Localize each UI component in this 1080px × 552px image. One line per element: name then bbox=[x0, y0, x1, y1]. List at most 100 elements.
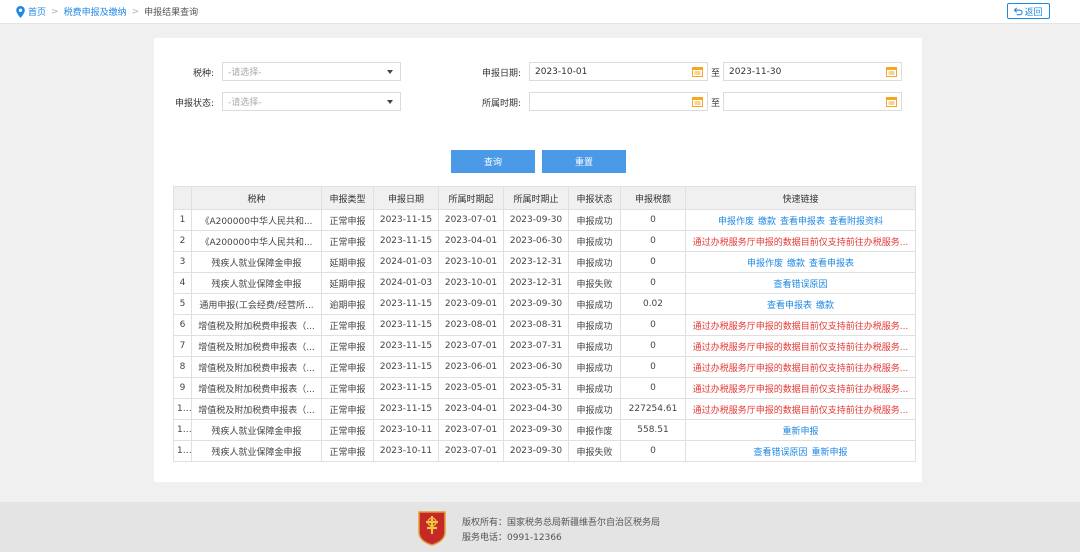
hall-filing-notice: 通过办税服务厅申报的数据目前仅支持前往办税服务... bbox=[692, 342, 909, 353]
cell-tax-type: 残疾人就业保障金申报 bbox=[191, 419, 322, 441]
breadcrumb-current: 申报结果查询 bbox=[144, 8, 199, 18]
quick-link[interactable]: 缴款 bbox=[787, 259, 805, 269]
cell-status: 申报成功 bbox=[568, 377, 621, 399]
quick-link[interactable]: 查看错误原因 bbox=[753, 448, 807, 458]
cell-quick-links: 查看错误原因 重新申报 bbox=[685, 440, 916, 462]
results-table-body: 1 《A200000中华人民共和... 正常申报 2023-11-15 2023-07-… bbox=[173, 209, 916, 462]
cell-tax-type: 增值税及附加税费申报表（... bbox=[191, 377, 322, 399]
cell-filing-type: 正常申报 bbox=[321, 314, 374, 336]
quick-link[interactable]: 缴款 bbox=[758, 217, 776, 227]
quick-link[interactable]: 申报作废 bbox=[747, 259, 783, 269]
cell-status: 申报成功 bbox=[568, 356, 621, 378]
cell-quick-links: 通过办税服务厅申报的数据目前仅支持前往办税服务... bbox=[685, 356, 916, 378]
chevron-down-icon bbox=[387, 100, 393, 104]
column-header-filing-date: 申报日期 bbox=[373, 186, 439, 210]
tax-type-select[interactable]: -请选择- bbox=[222, 62, 401, 81]
hall-filing-notice: 通过办税服务厅申报的数据目前仅支持前往办税服务... bbox=[692, 321, 909, 332]
calendar-icon[interactable] bbox=[886, 96, 897, 107]
cell-tax-type: 《A200000中华人民共和... bbox=[191, 230, 322, 252]
column-header-index bbox=[173, 186, 192, 210]
period-from-input[interactable] bbox=[529, 92, 708, 111]
quick-link[interactable]: 查看申报表 bbox=[780, 217, 825, 227]
quick-link[interactable]: 重新申报 bbox=[812, 448, 848, 458]
breadcrumb-home-link[interactable]: 首页 bbox=[28, 5, 46, 18]
breadcrumb-tax-filing-link[interactable]: 税费申报及缴纳 bbox=[64, 5, 127, 18]
cell-period-start: 2023-06-01 bbox=[438, 356, 504, 378]
column-header-amount: 申报税额 bbox=[620, 186, 686, 210]
cell-period-start: 2023-10-01 bbox=[438, 251, 504, 273]
cell-filing-date: 2023-11-15 bbox=[373, 356, 439, 378]
cell-amount: 227254.61 bbox=[620, 398, 686, 420]
reset-button[interactable]: 重置 bbox=[542, 150, 626, 173]
cell-status: 申报成功 bbox=[568, 230, 621, 252]
footer: 版权所有：国家税务总局新疆维吾尔自治区税务局 服务电话：0991-12366 bbox=[0, 502, 1080, 552]
cell-filing-date: 2024-01-03 bbox=[373, 272, 439, 294]
cell-period-start: 2023-04-01 bbox=[438, 398, 504, 420]
cell-status: 申报成功 bbox=[568, 209, 621, 231]
quick-link[interactable]: 查看申报表 bbox=[767, 301, 812, 311]
calendar-icon[interactable] bbox=[692, 96, 703, 107]
cell-filing-type: 正常申报 bbox=[321, 230, 374, 252]
table-header-row: 税种 申报类型 申报日期 所属时期起 所属时期止 申报状态 申报税额 快速链接 bbox=[173, 186, 916, 210]
row-index: 3 bbox=[173, 251, 192, 273]
cell-tax-type: 增值税及附加税费申报表（... bbox=[191, 398, 322, 420]
quick-link[interactable]: 申报作废 bbox=[718, 217, 754, 227]
cell-tax-type: 增值税及附加税费申报表（... bbox=[191, 335, 322, 357]
cell-status: 申报失败 bbox=[568, 440, 621, 462]
cell-status: 申报成功 bbox=[568, 398, 621, 420]
back-arrow-icon bbox=[1014, 7, 1024, 15]
cell-quick-links: 重新申报 bbox=[685, 419, 916, 441]
cell-quick-links: 通过办税服务厅申报的数据目前仅支持前往办税服务... bbox=[685, 335, 916, 357]
cell-period-end: 2023-09-30 bbox=[503, 209, 569, 231]
date-to-value: 2023-11-30 bbox=[729, 66, 782, 77]
column-header-filing-type: 申报类型 bbox=[321, 186, 374, 210]
cell-amount: 0 bbox=[620, 440, 686, 462]
table-row: 5 通用申报(工会经费/经营所... 逾期申报 2023-11-15 2023-09-0… bbox=[173, 293, 916, 315]
cell-period-end: 2023-12-31 bbox=[503, 251, 569, 273]
back-button[interactable]: 返回 bbox=[1007, 3, 1050, 19]
cell-amount: 0 bbox=[620, 314, 686, 336]
breadcrumb: 首页 > 税费申报及缴纳 > 申报结果查询 bbox=[16, 5, 198, 18]
table-row: 4 残疾人就业保障金申报 延期申报 2024-01-03 2023-10-01 2023-… bbox=[173, 272, 916, 294]
cell-quick-links: 申报作废 缴款 查看申报表 bbox=[685, 251, 916, 273]
footer-phone: 服务电话：0991-12366 bbox=[462, 533, 562, 543]
quick-link[interactable]: 重新申报 bbox=[782, 427, 818, 437]
quick-link[interactable]: 缴款 bbox=[816, 301, 834, 311]
query-button[interactable]: 查询 bbox=[451, 150, 535, 173]
cell-period-start: 2023-10-01 bbox=[438, 272, 504, 294]
cell-status: 申报失败 bbox=[568, 272, 621, 294]
cell-filing-date: 2023-11-15 bbox=[373, 293, 439, 315]
cell-amount: 558.51 bbox=[620, 419, 686, 441]
quick-link[interactable]: 查看错误原因 bbox=[773, 280, 827, 290]
date-to-input[interactable]: 2023-11-30 bbox=[723, 62, 902, 81]
row-index: 6 bbox=[173, 314, 192, 336]
table-row: 9 增值税及附加税费申报表（... 正常申报 2023-11-15 2023-05-01… bbox=[173, 377, 916, 399]
cell-tax-type: 残疾人就业保障金申报 bbox=[191, 272, 322, 294]
row-index: 11 bbox=[173, 419, 192, 441]
column-header-tax-type: 税种 bbox=[191, 186, 322, 210]
date-from-input[interactable]: 2023-10-01 bbox=[529, 62, 708, 81]
cell-quick-links: 查看申报表 缴款 bbox=[685, 293, 916, 315]
top-bar: 首页 > 税费申报及缴纳 > 申报结果查询 返回 bbox=[0, 0, 1080, 24]
table-row: 2 《A200000中华人民共和... 正常申报 2023-11-15 2023-04-… bbox=[173, 230, 916, 252]
cell-filing-type: 正常申报 bbox=[321, 209, 374, 231]
period-to-input[interactable] bbox=[723, 92, 902, 111]
breadcrumb-separator: > bbox=[131, 6, 140, 17]
calendar-icon[interactable] bbox=[692, 66, 703, 77]
cell-period-start: 2023-09-01 bbox=[438, 293, 504, 315]
calendar-icon[interactable] bbox=[886, 66, 897, 77]
cell-filing-date: 2023-10-11 bbox=[373, 419, 439, 441]
date-label: 申报日期: bbox=[481, 69, 521, 79]
table-row: 3 残疾人就业保障金申报 延期申报 2024-01-03 2023-10-01 2023-… bbox=[173, 251, 916, 273]
cell-filing-date: 2023-11-15 bbox=[373, 335, 439, 357]
cell-filing-date: 2023-11-15 bbox=[373, 377, 439, 399]
results-table: 税种 申报类型 申报日期 所属时期起 所属时期止 申报状态 申报税额 快速链接 … bbox=[173, 186, 916, 462]
cell-quick-links: 通过办税服务厅申报的数据目前仅支持前往办税服务... bbox=[685, 377, 916, 399]
status-placeholder: -请选择- bbox=[228, 98, 262, 108]
status-select[interactable]: -请选择- bbox=[222, 92, 401, 111]
cell-amount: 0 bbox=[620, 209, 686, 231]
table-row: 7 增值税及附加税费申报表（... 正常申报 2023-11-15 2023-07-01… bbox=[173, 335, 916, 357]
quick-link[interactable]: 查看附报资料 bbox=[829, 217, 883, 227]
back-button-label: 返回 bbox=[1024, 7, 1043, 18]
quick-link[interactable]: 查看申报表 bbox=[809, 259, 854, 269]
